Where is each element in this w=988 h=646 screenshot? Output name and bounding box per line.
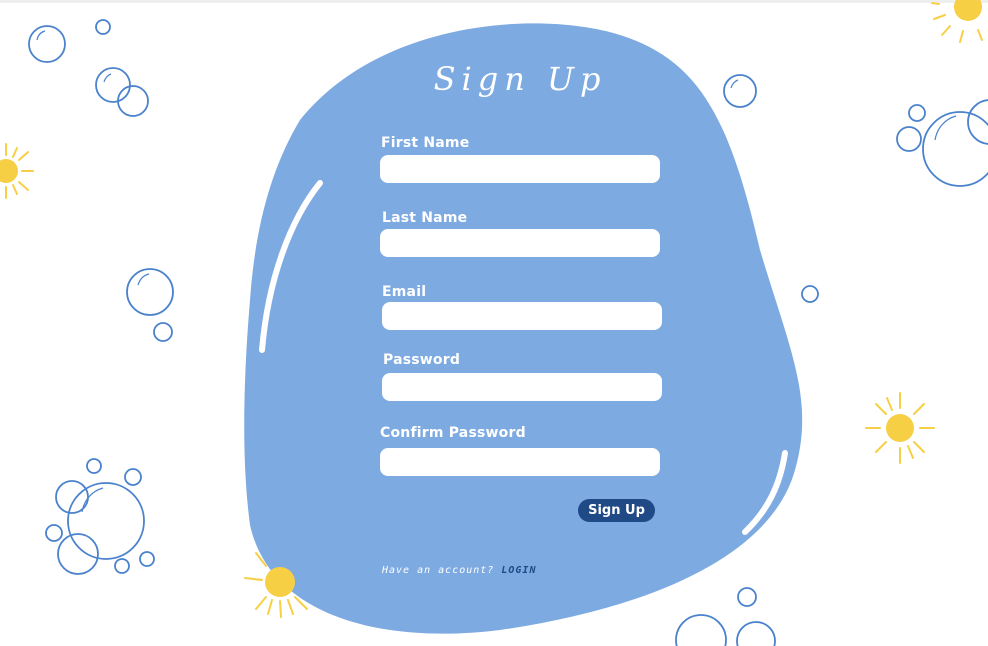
bubble-icon bbox=[967, 99, 988, 145]
bubble-icon bbox=[908, 104, 926, 122]
bubble-icon bbox=[117, 85, 149, 117]
bubble-icon bbox=[45, 524, 63, 542]
confirm-password-field[interactable] bbox=[380, 448, 660, 476]
bubble-icon bbox=[675, 614, 727, 646]
bubble-icon bbox=[801, 285, 819, 303]
page-title: Sign Up bbox=[433, 60, 607, 98]
bubble-icon bbox=[153, 322, 173, 342]
sun-icon bbox=[244, 552, 308, 618]
bubble-icon bbox=[114, 558, 130, 574]
sun-icon bbox=[865, 392, 935, 464]
email-field[interactable] bbox=[382, 302, 662, 330]
sun-icon bbox=[931, 0, 983, 43]
first-name-field[interactable] bbox=[380, 155, 660, 183]
bubble-icon bbox=[95, 19, 111, 35]
password-label: Password bbox=[383, 352, 461, 368]
first-name-label: First Name bbox=[381, 135, 470, 151]
sun-icon bbox=[0, 143, 34, 199]
bubble-icon bbox=[57, 533, 99, 575]
confirm-password-label: Confirm Password bbox=[380, 425, 526, 441]
bubble-icon bbox=[736, 621, 776, 646]
bubble-shine bbox=[36, 30, 46, 41]
bubble-shine bbox=[137, 273, 150, 286]
bubble-icon bbox=[126, 268, 174, 316]
bubble-icon bbox=[86, 458, 102, 474]
bubble-icon bbox=[723, 74, 757, 108]
bubble-shine bbox=[103, 73, 112, 83]
highlight-left-stroke bbox=[259, 180, 323, 353]
last-name-field[interactable] bbox=[380, 229, 660, 257]
top-divider bbox=[0, 0, 988, 3]
bubble-icon bbox=[922, 111, 988, 187]
bubble-icon bbox=[139, 551, 155, 567]
email-label: Email bbox=[382, 284, 427, 300]
bubble-icon bbox=[896, 126, 922, 152]
bubble-icon bbox=[55, 480, 89, 514]
bubble-icon bbox=[95, 67, 131, 103]
highlight-right-stroke bbox=[742, 450, 788, 535]
bubble-shine bbox=[934, 115, 957, 141]
bubble-icon bbox=[28, 25, 66, 63]
sign-up-button[interactable]: Sign Up bbox=[578, 499, 655, 522]
password-field[interactable] bbox=[382, 373, 662, 401]
last-name-label: Last Name bbox=[382, 210, 468, 226]
login-prompt-text: Have an account? bbox=[382, 565, 495, 576]
bubble-icon bbox=[737, 587, 757, 607]
login-link[interactable]: LOGIN bbox=[501, 565, 536, 576]
bubble-icon bbox=[67, 482, 145, 560]
bubble-icon bbox=[124, 468, 142, 486]
bubble-shine bbox=[81, 487, 104, 513]
login-prompt: Have an account? LOGIN bbox=[382, 565, 536, 576]
bubble-shine bbox=[730, 79, 739, 89]
